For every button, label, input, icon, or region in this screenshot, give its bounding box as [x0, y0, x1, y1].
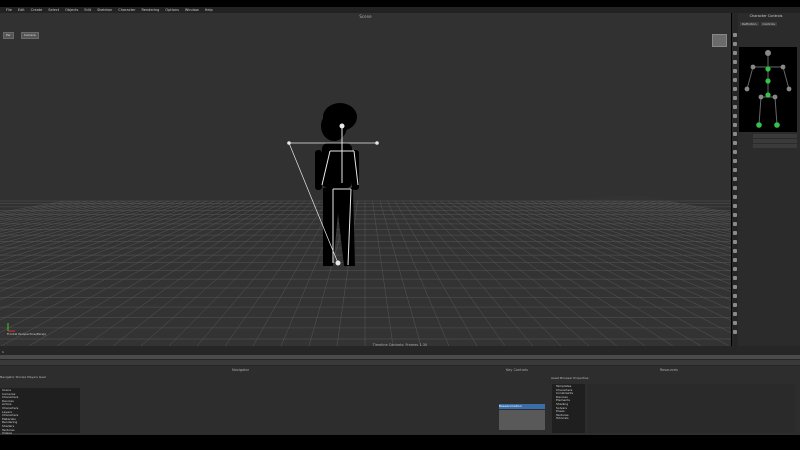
- tool-icon[interactable]: [733, 159, 737, 163]
- tab-asset-browser[interactable]: Asset Browser: [551, 376, 572, 380]
- tool-icon[interactable]: [733, 87, 737, 91]
- tool-icon[interactable]: [733, 321, 737, 325]
- tab-players[interactable]: Players: [27, 375, 38, 379]
- tool-icon[interactable]: [733, 96, 737, 100]
- tool-icon[interactable]: [733, 267, 737, 271]
- tab-navigator[interactable]: Navigator: [0, 375, 15, 379]
- tool-icon[interactable]: [733, 60, 737, 64]
- controls-row[interactable]: [739, 139, 797, 143]
- resources-content: [587, 384, 795, 433]
- menu-item[interactable]: File: [6, 8, 12, 12]
- navigator-tree[interactable]: Scene Cameras Characters Devices Actors Chara…: [2, 388, 80, 439]
- menu-item[interactable]: Edit: [84, 8, 91, 12]
- bottom-panels: Navigator Navigator Stories Players Gear…: [0, 366, 800, 438]
- projection-label: Frontal Perspective(Persp): [7, 332, 47, 336]
- menu-item[interactable]: Rendering: [142, 8, 160, 12]
- tool-icon[interactable]: [733, 330, 737, 334]
- controls-rows: [739, 134, 797, 149]
- menu-item[interactable]: Skeleton: [97, 8, 112, 12]
- menu-item[interactable]: Options: [165, 8, 179, 12]
- resources-tree[interactable]: Templates Characters Constraints Devices Ele…: [556, 384, 586, 421]
- tool-icon[interactable]: [733, 33, 737, 37]
- resources-tabs: Asset Browser Properties: [551, 376, 588, 380]
- tree-item[interactable]: Tutorials: [556, 417, 586, 421]
- menu-item[interactable]: Select: [48, 8, 59, 12]
- timeline-start: 1: [2, 350, 4, 354]
- menu-item[interactable]: Create: [31, 8, 43, 12]
- tool-icon[interactable]: [733, 123, 737, 127]
- menu-item[interactable]: Character: [118, 8, 135, 12]
- tool-icon[interactable]: [733, 294, 737, 298]
- tool-icon[interactable]: [733, 204, 737, 208]
- tool-icon[interactable]: [733, 231, 737, 235]
- skeleton-diagram: [744, 50, 792, 128]
- tool-icon[interactable]: [733, 42, 737, 46]
- bottom-letterbox: [0, 435, 800, 450]
- tool-icon[interactable]: [733, 312, 737, 316]
- timeline-label: Timeline Controls: Frames 1-30: [372, 343, 428, 347]
- menu-item[interactable]: Help: [205, 8, 213, 12]
- tool-icon[interactable]: [733, 69, 737, 73]
- viewport-canvas[interactable]: [0, 13, 731, 346]
- tool-icon[interactable]: [733, 114, 737, 118]
- controls-row[interactable]: [739, 144, 797, 148]
- timeline-track[interactable]: [0, 360, 800, 365]
- tool-icon[interactable]: [733, 276, 737, 280]
- timeline-ruler[interactable]: [0, 355, 800, 359]
- tool-icon[interactable]: [733, 222, 737, 226]
- navigator-tabs: Navigator Stories Players Gear: [0, 375, 90, 379]
- tool-icon[interactable]: [733, 51, 737, 55]
- timeline[interactable]: Timeline Controls: Frames 1-30 1: [0, 343, 800, 366]
- viewport[interactable]: Scene Per Camera Frontal Perspective(Per…: [0, 13, 731, 346]
- character-skeleton-map[interactable]: [739, 47, 797, 132]
- tab-controls[interactable]: Controls: [760, 22, 777, 26]
- tab-gear[interactable]: Gear: [39, 375, 46, 379]
- perspective-button[interactable]: Per: [3, 32, 14, 39]
- tool-icon[interactable]: [733, 249, 737, 253]
- tab-stories[interactable]: Stories: [16, 375, 26, 379]
- tool-icon[interactable]: [733, 240, 737, 244]
- navigator-title: Navigator: [232, 368, 250, 372]
- panel-tabs: Definition Controls: [740, 22, 778, 26]
- tool-icon[interactable]: [733, 78, 737, 82]
- tool-icon[interactable]: [733, 285, 737, 289]
- view-cube-icon[interactable]: [712, 34, 727, 47]
- controls-row[interactable]: [739, 134, 797, 138]
- tool-icon[interactable]: [733, 303, 737, 307]
- menu-item[interactable]: Window: [185, 8, 199, 12]
- key-controls-title: Key Controls: [506, 368, 528, 372]
- layers-list: [499, 410, 545, 430]
- tool-icon[interactable]: [733, 186, 737, 190]
- tool-icon[interactable]: [733, 168, 737, 172]
- viewport-toolbar: Per Camera: [3, 21, 41, 40]
- resources-title: Resources: [660, 368, 678, 372]
- layer-row[interactable]: BaseAnimation: [499, 404, 545, 409]
- panel-title: Character Controls: [749, 14, 783, 18]
- tool-icon[interactable]: [733, 213, 737, 217]
- tool-icon[interactable]: [733, 258, 737, 262]
- tab-properties[interactable]: Properties: [573, 376, 588, 380]
- menu-item[interactable]: Edit: [18, 8, 25, 12]
- tool-icon[interactable]: [733, 150, 737, 154]
- tab-definition[interactable]: Definition: [740, 22, 759, 26]
- tool-icon[interactable]: [733, 132, 737, 136]
- tool-icon[interactable]: [733, 195, 737, 199]
- menu-item[interactable]: Objects: [65, 8, 78, 12]
- camera-button[interactable]: Camera: [20, 32, 39, 39]
- tool-strip: [732, 13, 738, 346]
- tool-icon[interactable]: [733, 141, 737, 145]
- tool-icon[interactable]: [733, 105, 737, 109]
- tool-icon[interactable]: [733, 177, 737, 181]
- viewport-title: Scene: [359, 14, 372, 19]
